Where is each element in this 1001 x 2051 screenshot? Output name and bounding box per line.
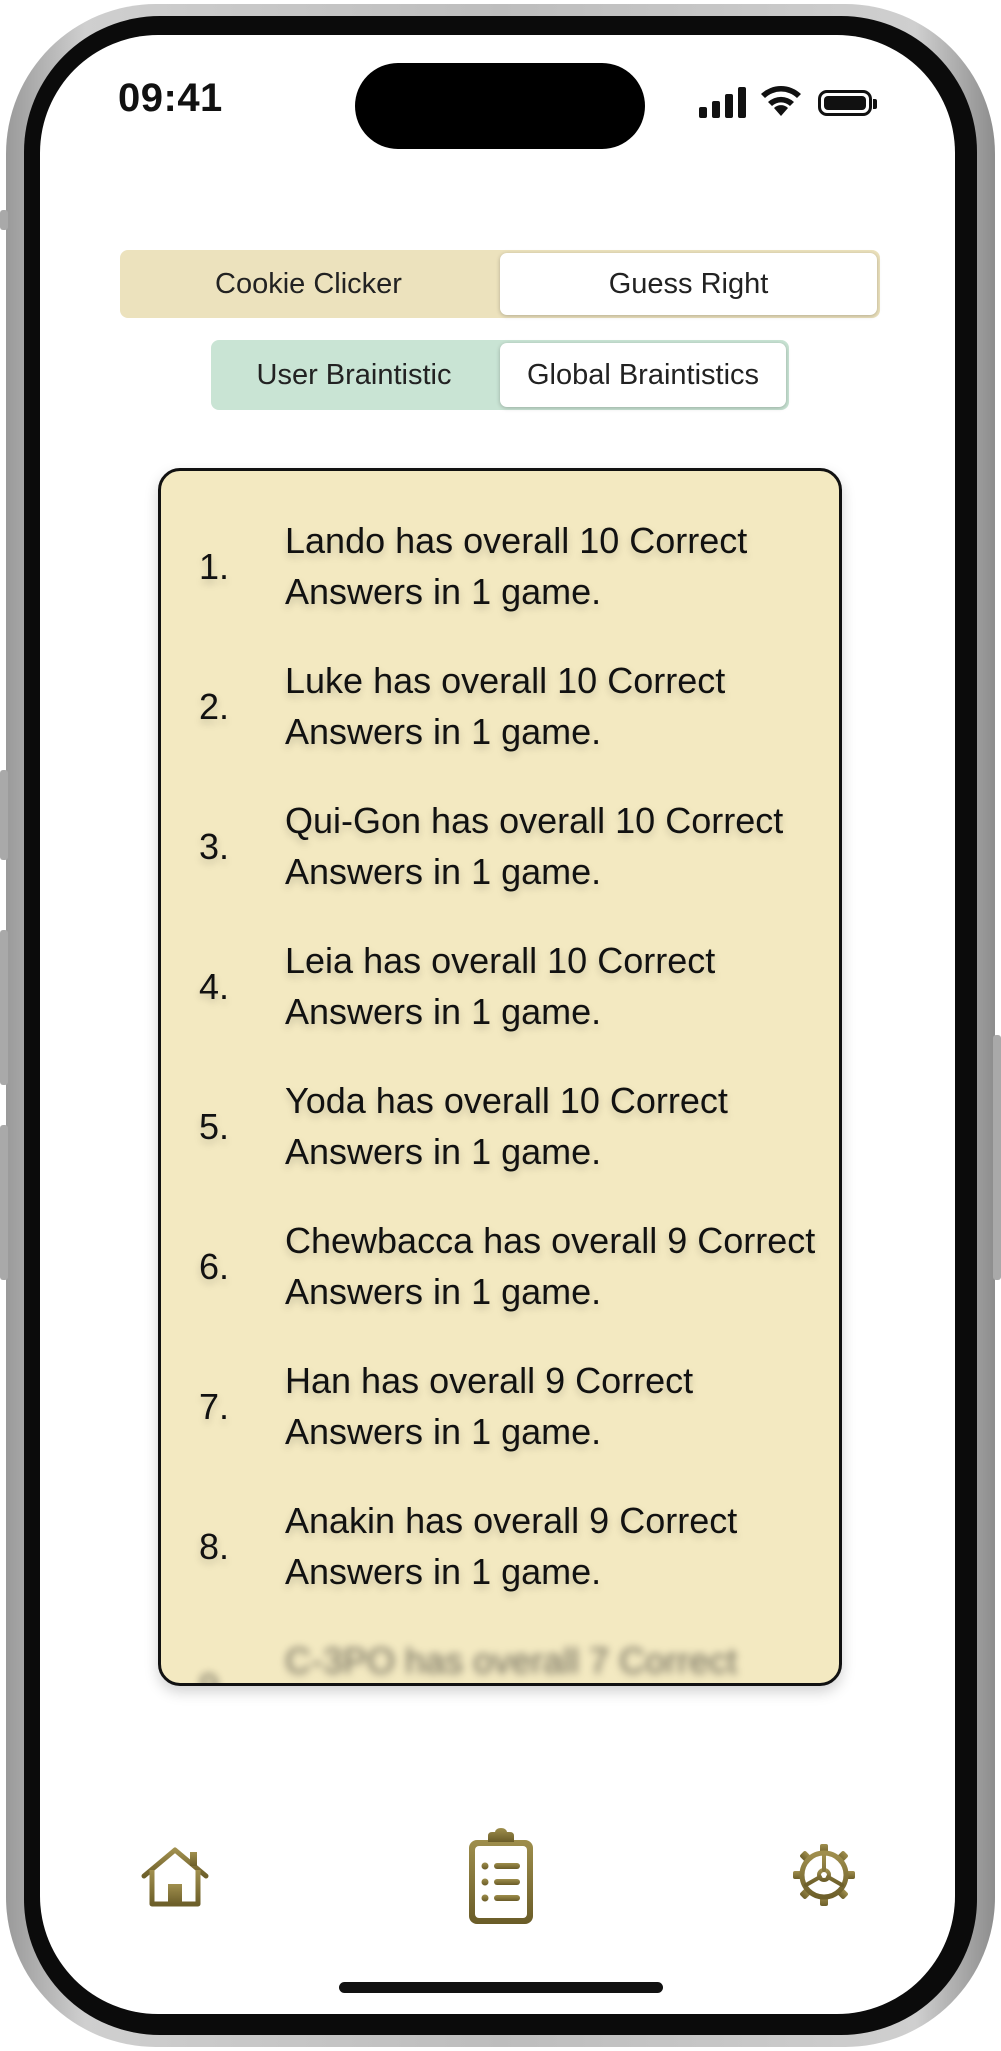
list-item: 8. Anakin has overall 9 Correct Answers …	[161, 1487, 839, 1627]
rank-text: Qui-Gon has overall 10 Correct Answers i…	[285, 800, 784, 892]
list-item: 2. Luke has overall 10 Correct Answers i…	[161, 647, 839, 787]
clipboard-list-icon[interactable]	[466, 1828, 536, 1928]
rank-number: 8.	[199, 1526, 230, 1567]
rank-number: 6.	[199, 1246, 230, 1287]
rank-number: 2.	[199, 686, 230, 727]
rank-number: 7.	[199, 1386, 230, 1427]
rank-number: 9.	[199, 1627, 229, 1683]
list-item: 6. Chewbacca has overall 9 Correct Answe…	[161, 1207, 839, 1347]
list-item: 5. Yoda has overall 10 Correct Answers i…	[161, 1067, 839, 1207]
dynamic-island	[355, 63, 645, 149]
rank-text: Chewbacca has overall 9 Correct Answers …	[285, 1220, 816, 1312]
stats-segmented-control: User Braintistic Global Braintistics	[211, 340, 789, 410]
side-button	[993, 1035, 1001, 1280]
leaderboard-card[interactable]: 1. Lando has overall 10 Correct Answers …	[158, 468, 842, 1686]
list-item: 7. Han has overall 9 Correct Answers in …	[161, 1347, 839, 1487]
home-icon[interactable]	[140, 1846, 210, 1908]
rank-text: C-3PO has overall 7 Correct	[285, 1640, 738, 1681]
side-button	[0, 1125, 8, 1280]
tab-global-braintistics[interactable]: Global Braintistics	[500, 343, 786, 407]
tab-cookie-clicker[interactable]: Cookie Clicker	[120, 250, 497, 318]
list-item: 4. Leia has overall 10 Correct Answers i…	[161, 927, 839, 1067]
tab-user-braintistic[interactable]: User Braintistic	[211, 340, 497, 410]
side-button	[0, 210, 8, 230]
rank-number: 4.	[199, 966, 230, 1007]
wifi-icon	[761, 86, 801, 116]
rank-number: 3.	[199, 826, 230, 867]
rank-number: 1.	[199, 546, 230, 587]
home-indicator[interactable]	[339, 1982, 663, 1993]
rank-text: Lando has overall 10 Correct Answers in …	[285, 520, 748, 612]
status-time: 09:41	[118, 76, 223, 120]
side-button	[0, 770, 8, 860]
game-segmented-control: Cookie Clicker Guess Right	[120, 250, 880, 318]
gear-icon[interactable]	[793, 1844, 855, 1906]
rank-text: Luke has overall 10 Correct Answers in 1…	[285, 660, 726, 752]
cellular-signal-icon	[699, 86, 747, 118]
tab-guess-right[interactable]: Guess Right	[500, 253, 877, 315]
list-item: 9. C-3PO has overall 7 Correct	[161, 1627, 839, 1683]
list-item: 1. Lando has overall 10 Correct Answers …	[161, 507, 839, 647]
side-button	[0, 930, 8, 1085]
battery-icon	[818, 90, 877, 116]
rank-number: 5.	[199, 1106, 230, 1147]
rank-text: Han has overall 9 Correct Answers in 1 g…	[285, 1360, 694, 1452]
rank-text: Anakin has overall 9 Correct Answers in …	[285, 1500, 738, 1592]
rank-text: Yoda has overall 10 Correct Answers in 1…	[285, 1080, 728, 1172]
rank-text: Leia has overall 10 Correct Answers in 1…	[285, 940, 716, 1032]
list-item: 3. Qui-Gon has overall 10 Correct Answer…	[161, 787, 839, 927]
